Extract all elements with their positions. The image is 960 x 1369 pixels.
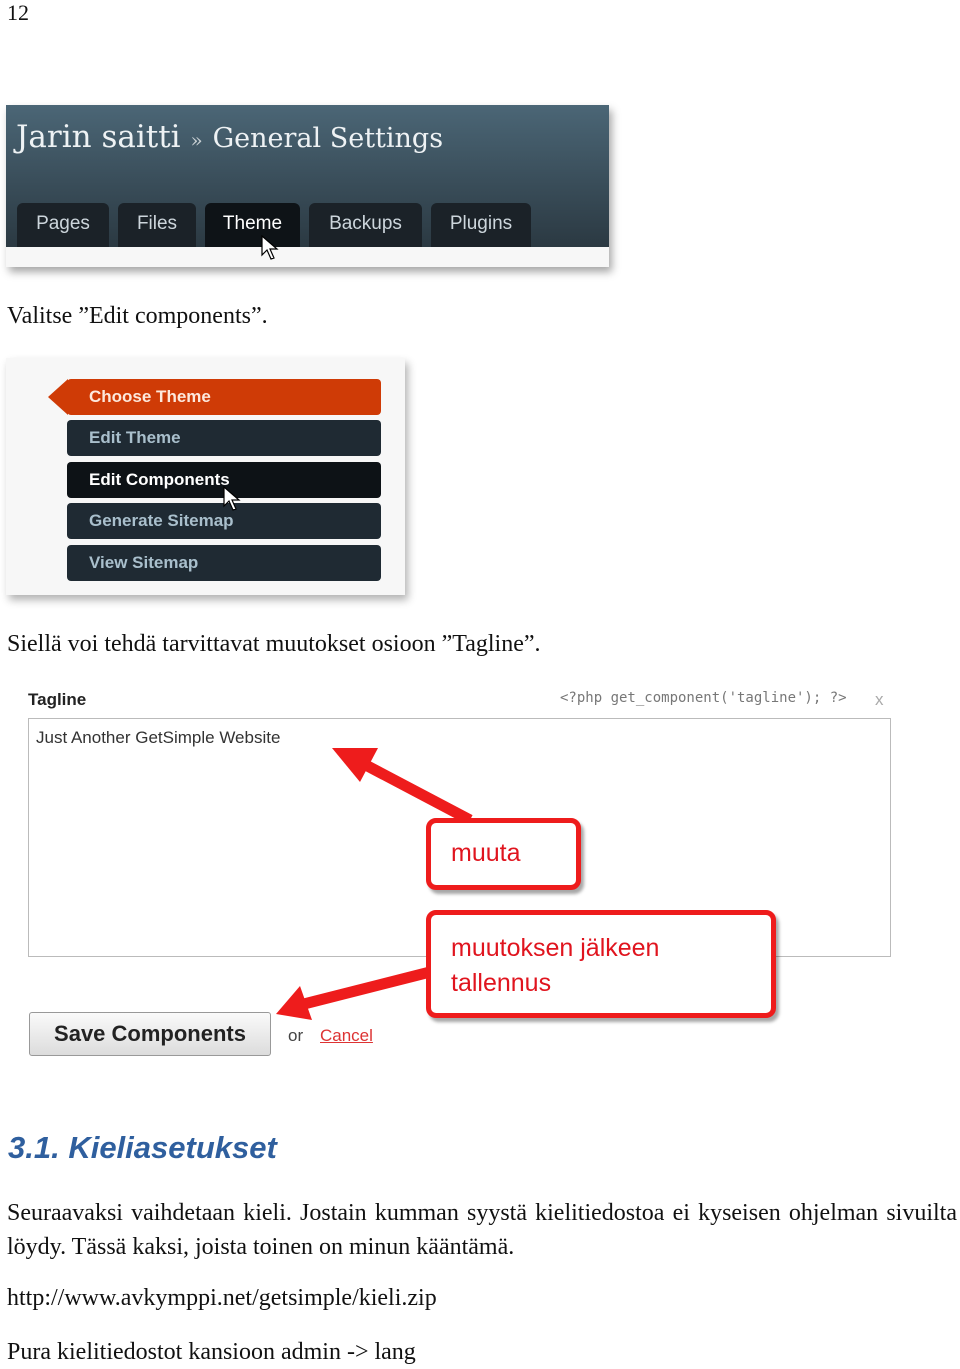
instruction-text: Valitse ”Edit components”.: [7, 303, 268, 329]
instruction-text-3: Pura kielitiedostot kansioon admin -> la…: [7, 1339, 416, 1365]
or-text: or: [288, 1026, 304, 1045]
arrow-to-save: [276, 966, 432, 1020]
tab-plugins[interactable]: Plugins: [431, 203, 531, 247]
callout-edit-text: muuta: [451, 839, 521, 867]
breadcrumb-separator: »: [190, 128, 203, 152]
instruction-text-2: Siellä voi tehdä tarvittavat muutokset o…: [7, 631, 541, 657]
callout-save: muutoksen jälkeen tallennus: [426, 910, 776, 1018]
callout-save-line1: muutoksen jälkeen: [451, 934, 660, 962]
site-title: Jarin saitti » General Settings: [16, 119, 443, 155]
cancel-link[interactable]: Cancel: [320, 1026, 373, 1046]
callout-save-line2: tallennus: [451, 969, 552, 997]
components-editor-screenshot: Tagline <?php get_component('tagline'); …: [0, 680, 960, 1070]
page-number: 12: [7, 0, 29, 25]
cursor-icon: [261, 235, 279, 260]
theme-menu-screenshot: Choose Theme Edit Theme Edit Components …: [6, 358, 405, 595]
section-heading: 3.1. Kieliasetukset: [8, 1130, 277, 1165]
header-bar: Jarin saitti » General Settings Pages Fi…: [6, 105, 609, 247]
content-strip: [6, 247, 609, 267]
admin-header-screenshot: Jarin saitti » General Settings Pages Fi…: [6, 105, 609, 267]
tab-pages[interactable]: Pages: [17, 203, 109, 247]
site-name: Jarin saitti: [16, 119, 181, 155]
menu-choose-theme[interactable]: Choose Theme: [67, 379, 381, 415]
download-url[interactable]: http://www.avkymppi.net/getsimple/kieli.…: [7, 1285, 437, 1312]
cursor-icon: [223, 486, 241, 511]
tab-theme[interactable]: Theme: [205, 203, 300, 247]
save-components-button[interactable]: Save Components: [29, 1012, 271, 1056]
callout-edit: muuta: [426, 818, 581, 890]
current-indicator: [48, 379, 68, 415]
tab-backups[interactable]: Backups: [309, 203, 422, 247]
arrow-to-textarea: [332, 748, 473, 825]
section-title: General Settings: [212, 123, 444, 154]
tab-files[interactable]: Files: [118, 203, 196, 247]
menu-view-sitemap[interactable]: View Sitemap: [67, 545, 381, 581]
menu-edit-theme[interactable]: Edit Theme: [67, 420, 381, 456]
body-paragraph: Seuraavaksi vaihdetaan kieli. Jostain ku…: [7, 1200, 957, 1260]
